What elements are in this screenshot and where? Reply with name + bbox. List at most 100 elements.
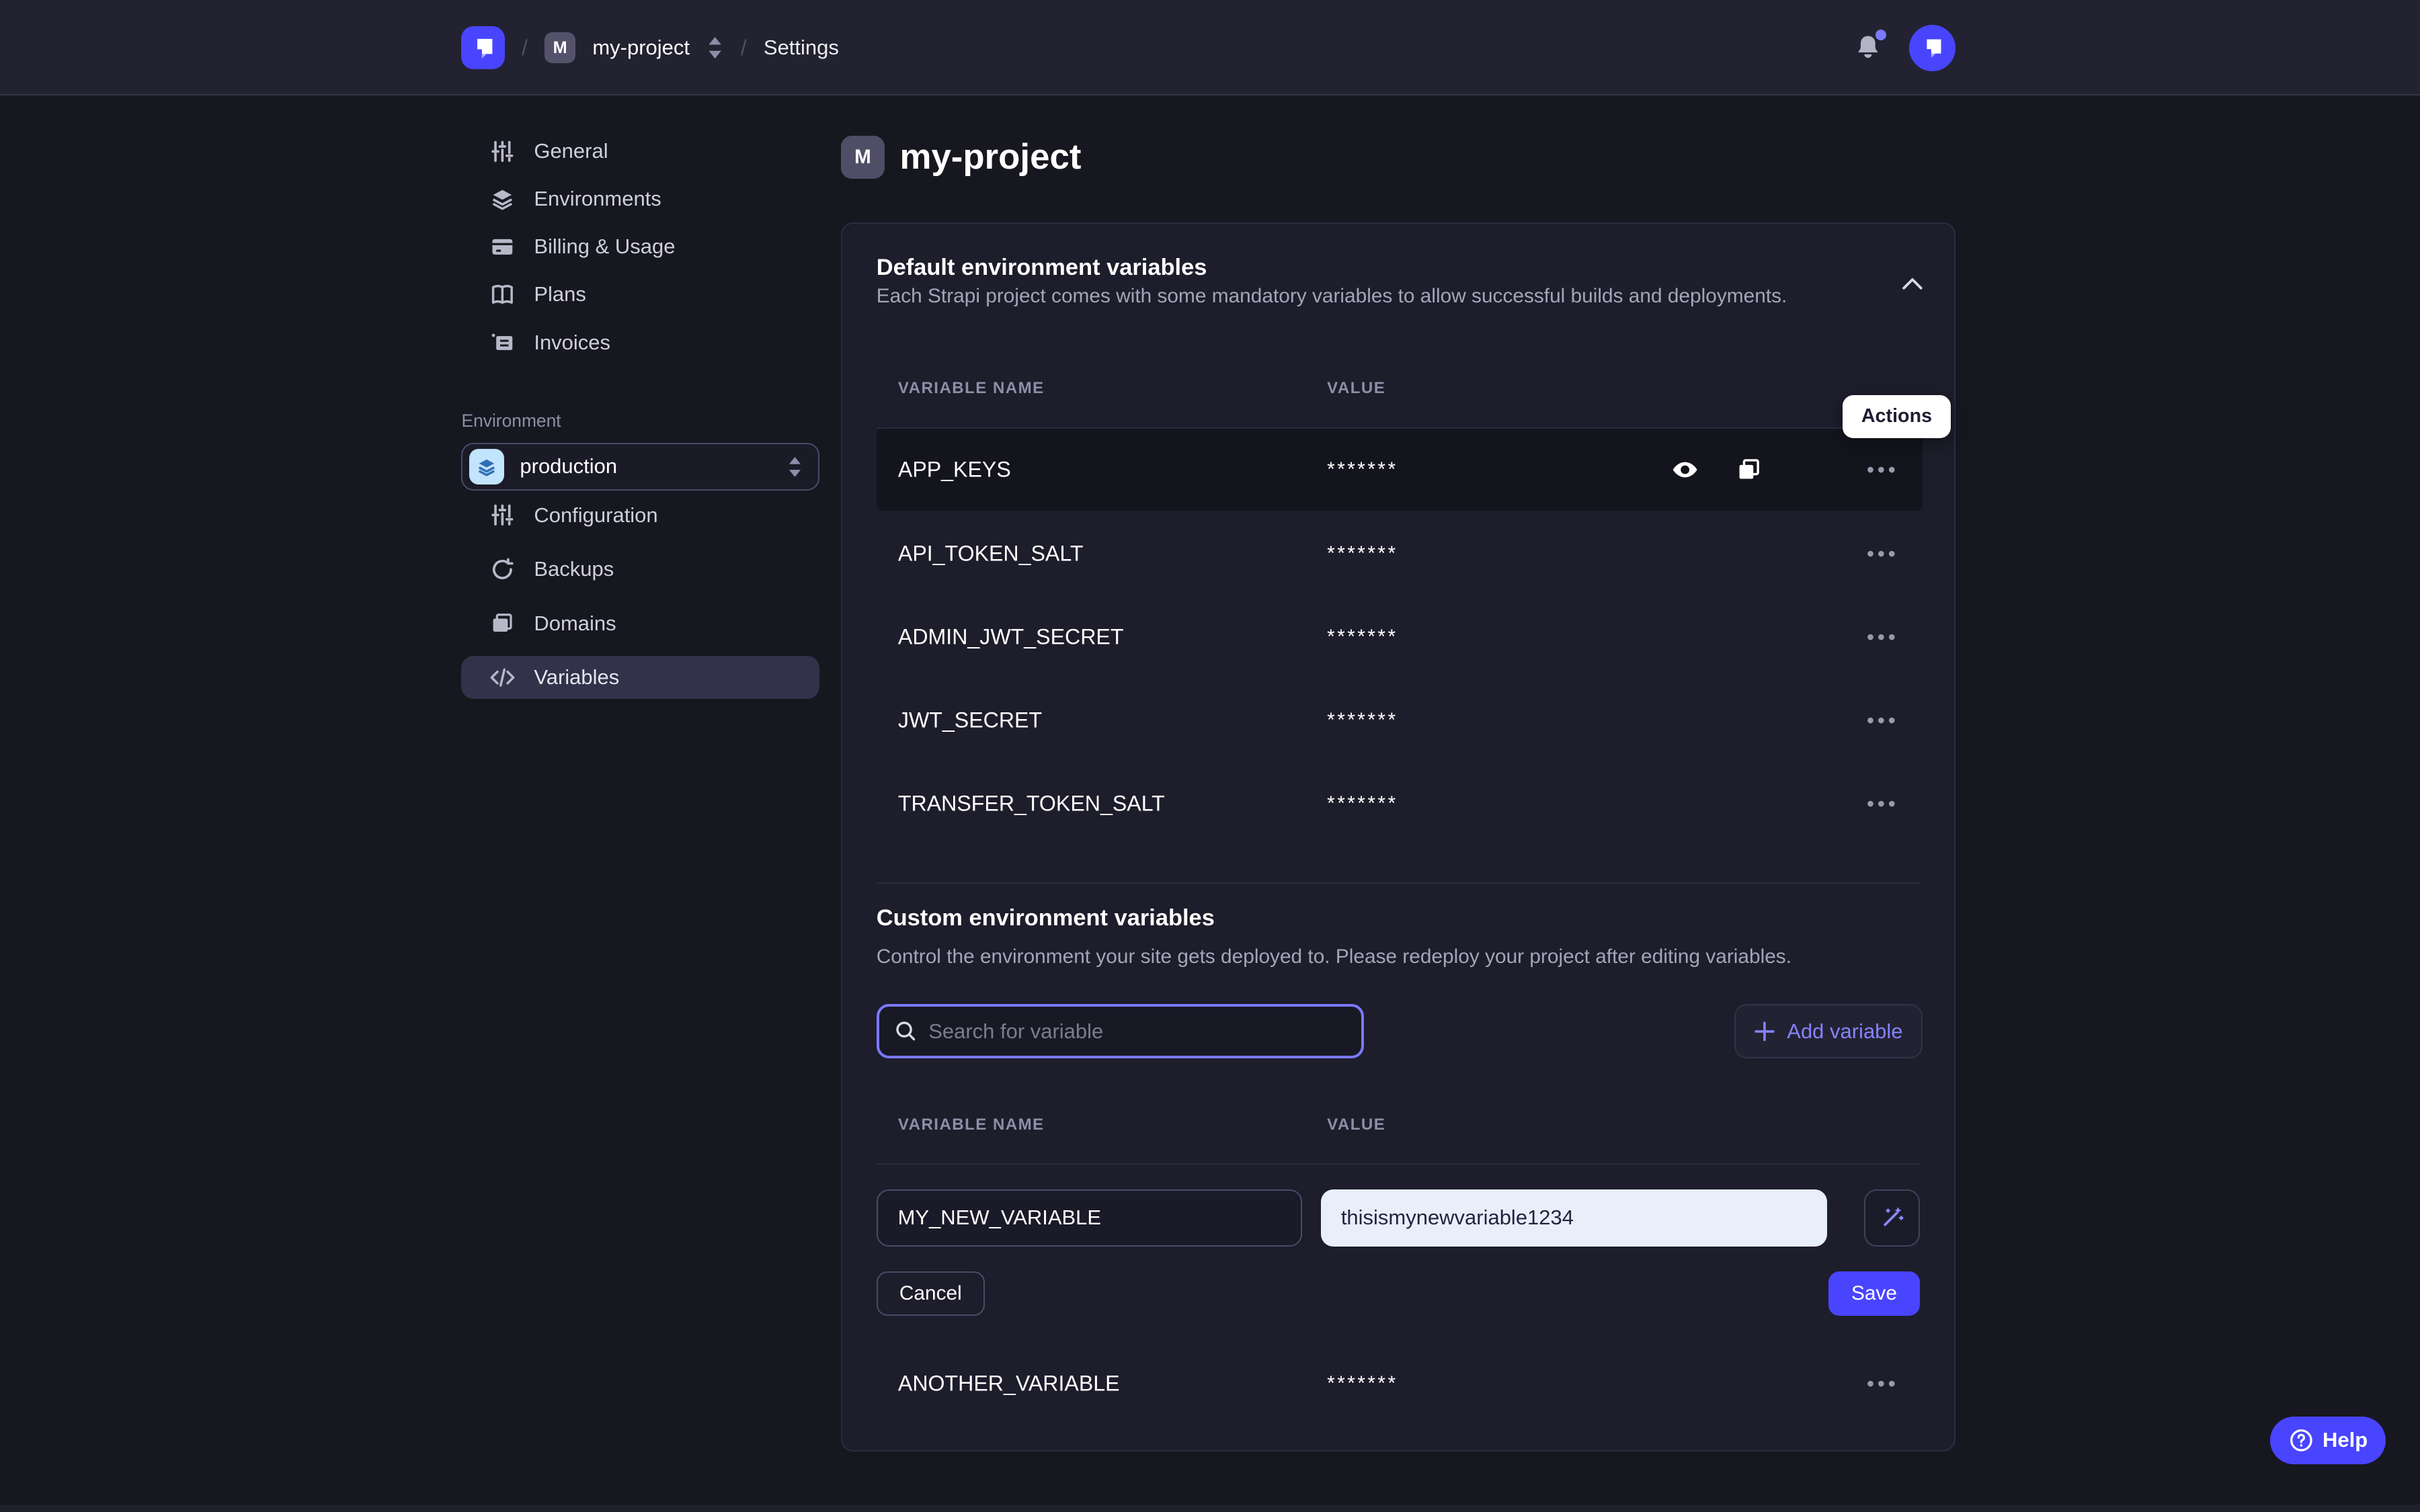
code-icon xyxy=(489,664,516,690)
help-label: Help xyxy=(2323,1428,2368,1452)
project-title-badge: M xyxy=(841,136,884,179)
save-button[interactable]: Save xyxy=(1828,1271,1921,1316)
search-icon xyxy=(895,1020,916,1042)
sidebar-item-variables[interactable]: Variables xyxy=(461,656,819,699)
variable-name: ADMIN_JWT_SECRET xyxy=(898,624,1124,649)
credit-card-icon xyxy=(489,234,516,260)
sidebar-item-label: Backups xyxy=(534,557,614,581)
sort-arrows-icon xyxy=(787,457,803,477)
variable-name: TRANSFER_TOKEN_SALT xyxy=(898,791,1165,816)
variable-value-input[interactable] xyxy=(1321,1189,1827,1247)
sidebar-item-domains[interactable]: Domains xyxy=(461,601,819,644)
sidebar-item-configuration[interactable]: Configuration xyxy=(461,494,819,537)
table-row: API_TOKEN_SALT ******* ••• xyxy=(877,512,1923,595)
stack-icon xyxy=(489,610,516,636)
default-section-title: Default environment variables xyxy=(877,255,1207,281)
collapse-section-button[interactable] xyxy=(1898,269,1926,297)
variable-name: API_TOKEN_SALT xyxy=(898,541,1084,566)
table-row: TRANSFER_TOKEN_SALT ******* ••• xyxy=(877,762,1923,845)
project-initial-badge: M xyxy=(544,32,575,63)
variable-search xyxy=(877,1004,1365,1058)
book-icon xyxy=(489,282,516,308)
sliders-icon xyxy=(489,138,516,164)
sidebar-item-billing[interactable]: Billing & Usage xyxy=(461,224,819,270)
row-actions-button[interactable]: ••• xyxy=(1864,548,1901,560)
section-divider xyxy=(877,882,1921,884)
table-row: APP_KEYS ******* ••• xyxy=(877,429,1923,511)
variable-name: ANOTHER_VARIABLE xyxy=(898,1372,1120,1396)
variable-value-masked: ******* xyxy=(1327,542,1398,565)
sidebar-item-invoices[interactable]: Invoices xyxy=(461,319,819,366)
environment-selected-value: production xyxy=(520,454,772,478)
variable-value-masked: ******* xyxy=(1327,626,1398,648)
question-circle-icon xyxy=(2289,1428,2314,1453)
sidebar-item-label: Configuration xyxy=(534,503,657,528)
sidebar-item-label: Variables xyxy=(534,665,619,689)
top-bar-actions xyxy=(1853,0,1955,95)
variable-value-masked: ******* xyxy=(1327,709,1398,732)
sidebar-item-label: General xyxy=(534,139,608,163)
sort-arrows-icon[interactable] xyxy=(707,37,723,58)
sidebar-item-label: Plans xyxy=(534,282,586,306)
bottom-strip xyxy=(0,1505,2420,1512)
avatar[interactable] xyxy=(1909,25,1955,71)
breadcrumb-settings[interactable]: Settings xyxy=(764,36,839,60)
custom-section-description: Control the environment your site gets d… xyxy=(877,946,1791,968)
table-row: JWT_SECRET ******* ••• xyxy=(877,679,1923,762)
sidebar-item-label: Domains xyxy=(534,612,616,636)
sidebar-item-label: Environments xyxy=(534,187,661,211)
avatar-strapi-icon xyxy=(1919,35,1945,61)
search-input[interactable] xyxy=(928,1019,1346,1044)
sidebar-item-environments[interactable]: Environments xyxy=(461,176,819,222)
custom-section-title: Custom environment variables xyxy=(877,905,1215,931)
variables-panel: Default environment variables Each Strap… xyxy=(841,222,1955,1452)
eye-icon[interactable] xyxy=(1671,456,1699,483)
row-actions-button[interactable]: ••• xyxy=(1864,464,1901,476)
layers-icon xyxy=(489,186,516,212)
breadcrumb-project-name[interactable]: my-project xyxy=(592,36,690,60)
copy-icon[interactable] xyxy=(1734,456,1762,483)
strapi-logo-icon xyxy=(469,34,497,62)
sidebar-item-backups[interactable]: Backups xyxy=(461,548,819,591)
sidebar-item-label: Invoices xyxy=(534,331,610,355)
refresh-icon xyxy=(489,556,516,583)
column-header-variable-name: VARIABLE NAME xyxy=(898,1116,1045,1134)
app-root: / M my-project / Settings General xyxy=(0,0,2420,1512)
sidebar-item-plans[interactable]: Plans xyxy=(461,271,819,318)
environment-chip-icon xyxy=(469,449,505,485)
top-bar: / M my-project / Settings xyxy=(0,0,2420,95)
invoice-icon xyxy=(489,329,516,355)
sidebar-item-label: Billing & Usage xyxy=(534,235,675,259)
table-row: ADMIN_JWT_SECRET ******* ••• xyxy=(877,595,1923,679)
variable-value-masked: ******* xyxy=(1327,1372,1398,1395)
cancel-button[interactable]: Cancel xyxy=(877,1271,985,1316)
breadcrumb-separator: / xyxy=(522,36,528,60)
row-actions-button[interactable]: ••• xyxy=(1864,1378,1901,1390)
environment-select[interactable]: production xyxy=(461,443,819,491)
sliders-icon xyxy=(489,502,516,528)
magic-wand-icon xyxy=(1880,1206,1904,1230)
default-section-description: Each Strapi project comes with some mand… xyxy=(877,285,1787,308)
table-row: ANOTHER_VARIABLE ******* ••• xyxy=(877,1342,1923,1425)
help-button[interactable]: Help xyxy=(2270,1417,2386,1464)
variable-name-input[interactable] xyxy=(877,1189,1303,1247)
chevron-up-icon xyxy=(1902,277,1923,291)
sidebar-project-nav: General Environments Billing & Usage Pla… xyxy=(461,128,819,366)
plus-icon xyxy=(1755,1021,1775,1042)
variable-name: JWT_SECRET xyxy=(898,708,1042,732)
actions-tooltip: Actions xyxy=(1843,395,1950,438)
add-variable-label: Add variable xyxy=(1787,1019,1902,1044)
breadcrumb-separator: / xyxy=(741,36,747,60)
table-header-divider xyxy=(877,1163,1921,1165)
add-variable-button[interactable]: Add variable xyxy=(1734,1004,1923,1058)
variable-value-masked: ******* xyxy=(1327,458,1398,481)
generate-value-button[interactable] xyxy=(1864,1189,1920,1247)
environment-section-label: Environment xyxy=(461,411,561,431)
row-actions-button[interactable]: ••• xyxy=(1864,631,1901,643)
row-actions-button[interactable]: ••• xyxy=(1864,714,1901,726)
row-actions-button[interactable]: ••• xyxy=(1864,798,1901,810)
notifications-button[interactable] xyxy=(1853,32,1884,63)
strapi-logo-button[interactable] xyxy=(461,26,504,69)
sidebar-item-general[interactable]: General xyxy=(461,128,819,175)
page-title: my-project xyxy=(900,136,1082,179)
